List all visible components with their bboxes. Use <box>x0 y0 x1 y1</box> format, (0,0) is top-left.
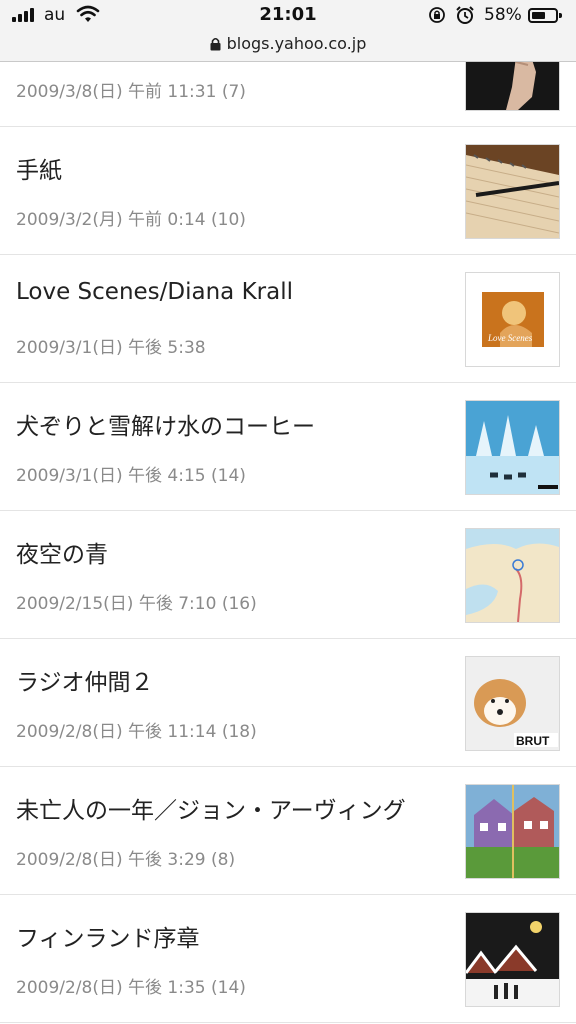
list-item[interactable]: 犬ぞりと雪解け水のコーヒー 2009/3/1(日) 午後 4:15 (14) <box>0 383 576 511</box>
status-bar: au 21:01 58% <box>0 0 576 32</box>
article-title[interactable]: Love Scenes/Diana Krall <box>16 279 446 305</box>
notebook-pen-image <box>466 145 559 238</box>
dog-sled-image <box>466 401 559 494</box>
article-title[interactable]: 未亡人の一年／ジョン・アーヴィング <box>16 791 446 825</box>
list-item[interactable]: Love Scenes/Diana Krall 2009/3/1(日) 午後 5… <box>0 255 576 383</box>
article-thumbnail[interactable]: BRUT <box>465 656 560 751</box>
svg-text:BRUT: BRUT <box>516 734 550 748</box>
article-thumbnail[interactable] <box>465 912 560 1007</box>
map-image <box>466 529 559 622</box>
article-meta: 2009/2/15(日) 午後 7:10 (16) <box>16 594 257 614</box>
article-title[interactable]: ラジオ仲間２ <box>16 663 446 697</box>
article-meta: 2009/3/8(日) 午前 11:31 (7) <box>16 82 246 102</box>
article-title[interactable]: フィンランド序章 <box>16 919 446 953</box>
akita-dog-image: BRUT <box>466 657 559 750</box>
article-thumbnail[interactable]: Love Scenes <box>465 272 560 367</box>
article-meta: 2009/2/8(日) 午後 11:14 (18) <box>16 722 257 742</box>
article-thumbnail[interactable] <box>465 528 560 623</box>
list-item[interactable]: フィンランド序章 2009/2/8(日) 午後 1:35 (14) <box>0 895 576 1023</box>
article-meta: 2009/3/1(日) 午後 4:15 (14) <box>16 466 246 486</box>
battery-percent: 58% <box>484 5 522 25</box>
browser-top-bar: au 21:01 58% blogs.yahoo.co.jp <box>0 0 576 62</box>
book-cover-image <box>466 785 559 878</box>
lock-icon <box>210 37 221 51</box>
snowy-village-image <box>466 913 559 1006</box>
battery-icon <box>528 8 562 23</box>
article-thumbnail[interactable] <box>465 784 560 879</box>
album-cover-image: Love Scenes <box>466 273 559 366</box>
rotation-lock-icon <box>429 7 445 23</box>
article-title[interactable]: 手紙 <box>16 151 446 185</box>
article-meta: 2009/3/2(月) 午前 0:14 (10) <box>16 210 246 230</box>
article-thumbnail[interactable] <box>465 400 560 495</box>
article-meta: 2009/2/8(日) 午後 1:35 (14) <box>16 978 246 998</box>
list-item[interactable]: ラジオ仲間２ 2009/2/8(日) 午後 11:14 (18) BRUT <box>0 639 576 767</box>
alarm-icon <box>456 6 474 24</box>
battery-fill <box>532 12 545 19</box>
article-title[interactable]: 夜空の青 <box>16 535 446 569</box>
article-meta: 2009/2/8(日) 午後 3:29 (8) <box>16 850 236 870</box>
address-bar[interactable]: blogs.yahoo.co.jp <box>0 32 576 60</box>
list-item[interactable]: 未亡人の一年／ジョン・アーヴィング 2009/2/8(日) 午後 3:29 (8… <box>0 767 576 895</box>
list-item[interactable]: 夜空の青 2009/2/15(日) 午後 7:10 (16) <box>0 511 576 639</box>
article-thumbnail[interactable] <box>465 144 560 239</box>
article-title[interactable]: 犬ぞりと雪解け水のコーヒー <box>16 407 446 441</box>
article-meta: 2009/3/1(日) 午後 5:38 <box>16 338 206 358</box>
url-text[interactable]: blogs.yahoo.co.jp <box>227 34 367 53</box>
svg-text:Love Scenes: Love Scenes <box>487 333 533 343</box>
list-item[interactable]: 手紙 2009/3/2(月) 午前 0:14 (10) <box>0 127 576 255</box>
